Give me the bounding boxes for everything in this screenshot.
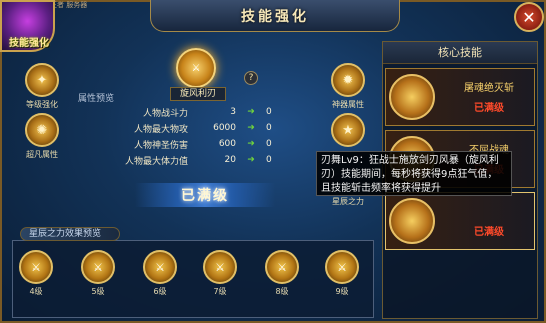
nav-label: 等级强化 [26,100,58,109]
level-icon: ✦ [25,63,59,97]
skill-name: 旋风利刃 [170,87,226,101]
attribute-value: 600 [218,139,236,149]
attribute-row: 人物神圣伤害 600 ➜ 0 [96,137,296,151]
attribute-value: 6000 [213,123,236,133]
arrow-right-icon: ➜ [247,107,255,117]
attribute-new-value: 0 [266,155,272,165]
attribute-row: 人物战斗力 3 ➜ 0 [96,105,296,119]
attribute-label: 人物最大体力值 [124,156,188,167]
star-orb-icon: ⚔ [265,250,299,284]
attribute-value: 3 [230,107,236,117]
nav-artifact[interactable]: ✹ 神器属性 [326,63,370,110]
attribute-new-value: 0 [266,139,272,149]
core-skill-status: 已满级 [474,103,504,114]
nav-label: 神器属性 [332,100,364,109]
core-skills-title: 核心技能 [383,42,537,64]
close-icon: ✕ [522,7,536,27]
star-icon: ★ [331,113,365,147]
star-level-label: 6级 [153,287,167,296]
star-orb-icon: ⚔ [19,250,53,284]
nav-transcend[interactable]: ✺ 超凡属性 [20,113,64,160]
core-skill-item[interactable]: 已满级 [385,192,535,250]
attribute-row: 人物最大物攻 6000 ➜ 0 [96,121,296,135]
star-orb-icon: ⚔ [203,250,237,284]
star-level-9[interactable]: ⚔ 9级 [322,250,362,297]
title-bar: 技能强化 [150,0,400,32]
attribute-new-value: 0 [266,107,272,117]
max-level-banner: 已满级 [135,183,275,207]
attribute-label: 人物最大物攻 [133,124,188,135]
attributes-title: 属性预览 [78,94,115,104]
arrow-right-icon: ➜ [247,123,255,133]
star-level-8[interactable]: ⚔ 8级 [262,250,302,297]
core-skill-icon [389,74,435,120]
star-level-4[interactable]: ⚔ 4级 [16,250,56,297]
nav-star-power[interactable]: ★ [326,113,370,149]
attribute-label: 人物神圣伤害 [133,140,188,151]
attribute-value: 20 [224,155,236,165]
close-button[interactable]: ✕ [514,2,544,32]
help-button[interactable]: ? [244,71,258,85]
skill-tooltip: 刃舞Lv9：狂战士施放剑刃风暴（旋风利刃）技能期间，每秒将获得9点狂气值，且技能… [316,151,512,196]
artifact-icon: ✹ [331,63,365,97]
star-level-label: 7级 [213,287,227,296]
attribute-new-value: 0 [266,123,272,133]
arrow-right-icon: ➜ [247,139,255,149]
transcend-icon: ✺ [25,113,59,147]
nav-label: 超凡属性 [26,150,58,159]
star-orb-icon: ⚔ [325,250,359,284]
star-level-7[interactable]: ⚔ 7级 [200,250,240,297]
core-skill-status: 已满级 [474,227,504,238]
star-level-label: 4级 [29,287,43,296]
star-level-label: 9级 [335,287,349,296]
star-preview-title: 星辰之力效果预览 [20,227,120,241]
logo-label: 技能强化 [9,38,49,49]
star-level-label: 8级 [275,287,289,296]
window-title: 技能强化 [241,8,309,25]
nav-label: 星辰之力 [332,197,364,206]
core-skill-item[interactable]: 屠魂绝灭斩 已满级 [385,68,535,126]
nav-level-upgrade[interactable]: ✦ 等级强化 [20,63,64,110]
core-skill-name: 屠魂绝灭斩 [464,83,514,94]
attribute-row: 人物最大体力值 20 ➜ 0 [96,153,296,167]
star-level-6[interactable]: ⚔ 6级 [140,250,180,297]
star-orb-icon: ⚔ [81,250,115,284]
star-level-label: 5级 [91,287,105,296]
attribute-label: 人物战斗力 [142,108,188,119]
skill-icon[interactable]: ⚔ [176,48,216,88]
arrow-right-icon: ➜ [247,155,255,165]
max-level-text: 已满级 [181,188,229,204]
star-preview-panel [12,240,374,318]
core-skill-icon [389,198,435,244]
star-orb-icon: ⚔ [143,250,177,284]
star-level-5[interactable]: ⚔ 5级 [78,250,118,297]
